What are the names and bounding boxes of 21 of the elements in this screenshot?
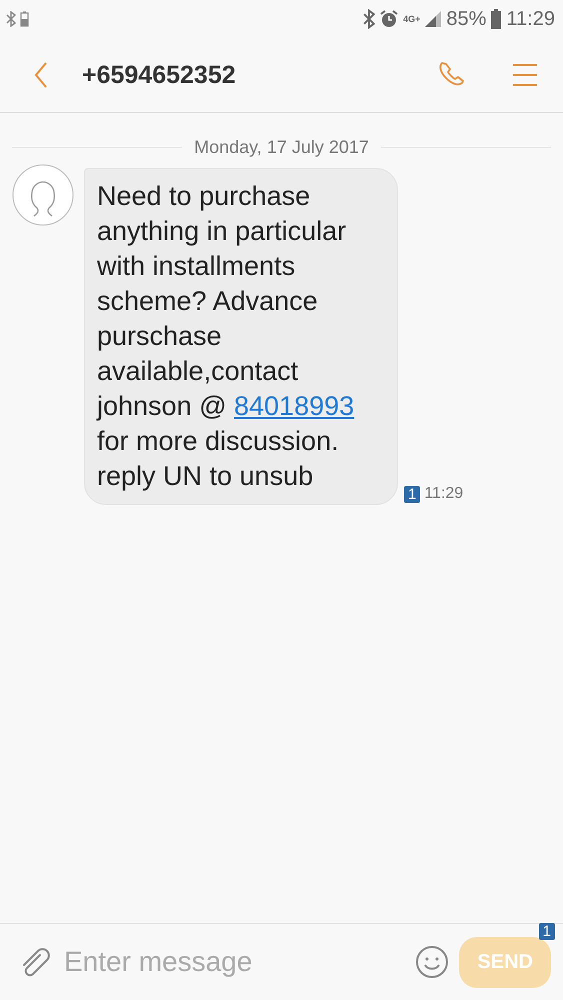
message-time: 11:29 — [424, 485, 464, 503]
signal-icon — [424, 10, 442, 28]
sim-badge: 1 — [538, 922, 555, 940]
bluetooth-icon — [363, 9, 376, 29]
clock: 11:29 — [506, 8, 555, 30]
back-button[interactable] — [34, 61, 48, 89]
menu-icon[interactable] — [513, 63, 537, 87]
alarm-icon — [379, 9, 400, 29]
battery-level: 85% — [446, 8, 486, 30]
message-text: Need to purchase anything in particular with installments scheme? Advance purschase available,contact johnson @ 84018993 for more discussion. reply UN to unsub — [97, 180, 356, 493]
battery-icon — [20, 11, 29, 27]
avatar-icon — [12, 164, 74, 226]
network-type: 4G+ — [403, 14, 420, 24]
emoji-icon[interactable] — [415, 945, 450, 979]
contact-number: +6594652352 — [82, 60, 237, 90]
message-input[interactable]: Enter message — [62, 945, 406, 979]
date-separator: Monday, 17 July 2017 — [194, 137, 369, 158]
battery-icon — [490, 9, 502, 29]
bluetooth-icon — [6, 11, 16, 27]
phone-link[interactable]: 84018993 — [234, 391, 354, 421]
sim-badge: 1 — [404, 486, 420, 502]
